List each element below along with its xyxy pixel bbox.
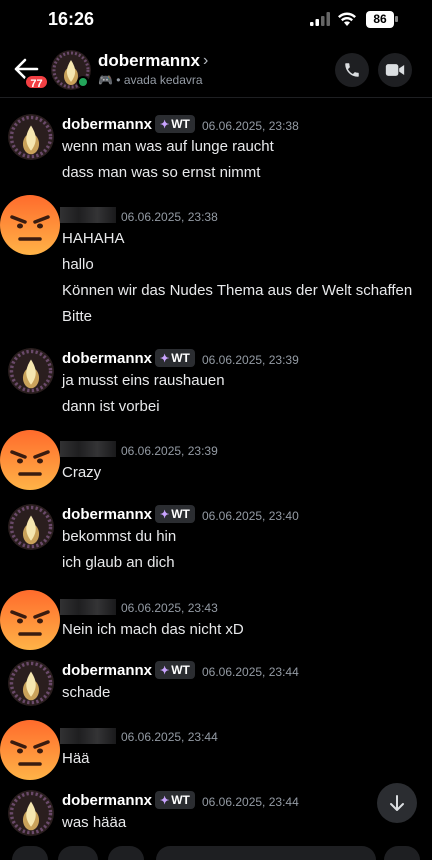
role-tag: ✦ WT (155, 661, 195, 679)
avatar[interactable] (8, 504, 54, 550)
redacted-username (60, 728, 116, 744)
message-text[interactable]: Können wir das Nudes Thema aus der Welt … (62, 282, 412, 299)
header-status: 🎮 • avada kedavra (98, 73, 203, 87)
phone-icon (345, 63, 359, 77)
unread-badge: 77 (24, 74, 49, 90)
plus-button[interactable] (12, 846, 48, 860)
message-input[interactable] (156, 846, 376, 860)
avatar[interactable] (8, 790, 54, 836)
gift-button[interactable] (108, 846, 144, 860)
role-tag: ✦ WT (155, 349, 195, 367)
message-timestamp: 06.06.2025, 23:39 (121, 444, 218, 458)
clock: 16:26 (48, 9, 95, 29)
sparkle-icon: ✦ (160, 119, 170, 131)
message-author[interactable]: dobermannx (62, 506, 152, 523)
avatar[interactable] (8, 114, 54, 160)
message-text[interactable]: ich glaub an dich (62, 554, 175, 571)
chevron-right-icon[interactable]: › (203, 52, 208, 70)
message-timestamp: 06.06.2025, 23:40 (202, 509, 299, 523)
message-author[interactable]: dobermannx (62, 662, 152, 679)
message-text[interactable]: ja musst eins raushauen (62, 372, 225, 389)
header-username[interactable]: dobermannx (98, 51, 200, 71)
angry-face-avatar[interactable] (0, 193, 62, 257)
video-icon (385, 64, 405, 76)
dm-header: 77 dobermannx › 🎮 • avada kedavra (0, 42, 432, 98)
message-author[interactable]: dobermannx (62, 350, 152, 367)
redacted-username (60, 207, 116, 223)
sparkle-icon: ✦ (160, 795, 170, 807)
video-call-button[interactable] (378, 53, 412, 87)
message-text[interactable]: bekommst du hin (62, 528, 176, 545)
angry-face-avatar[interactable] (0, 588, 62, 652)
redacted-username (60, 599, 116, 615)
battery-indicator: 86 (366, 11, 394, 28)
message-timestamp: 06.06.2025, 23:44 (202, 665, 299, 679)
message-text[interactable]: was hääa (62, 814, 126, 831)
message-timestamp: 06.06.2025, 23:43 (121, 601, 218, 615)
message-timestamp: 06.06.2025, 23:44 (202, 795, 299, 809)
status-bar: 16:26 86 (0, 0, 432, 42)
status-text: • avada kedavra (116, 73, 203, 87)
jump-to-latest-button[interactable] (377, 783, 417, 823)
message-timestamp: 06.06.2025, 23:44 (121, 730, 218, 744)
battery-tip (395, 16, 398, 22)
signal-icon (310, 12, 330, 26)
sparkle-icon: ✦ (160, 509, 170, 521)
gamepad-icon: 🎮 (98, 73, 113, 87)
message-list[interactable]: dobermannx ✦ WT 06.06.2025, 23:38 wenn ma… (0, 98, 432, 850)
avatar[interactable] (8, 348, 54, 394)
message-text[interactable]: dass man was so ernst nimmt (62, 164, 260, 181)
message-text[interactable]: hallo (62, 256, 94, 273)
role-tag: ✦ WT (155, 791, 195, 809)
message-composer (0, 846, 432, 860)
message-text[interactable]: schade (62, 684, 110, 701)
message-text[interactable]: wenn man was auf lunge raucht (62, 138, 274, 155)
online-status-dot (77, 76, 89, 88)
arrow-down-icon (390, 795, 404, 811)
voice-call-button[interactable] (335, 53, 369, 87)
avatar[interactable] (8, 660, 54, 706)
angry-face-avatar[interactable] (0, 428, 62, 492)
sparkle-icon: ✦ (160, 353, 170, 365)
message-text[interactable]: HAHAHA (62, 230, 125, 247)
message-text[interactable]: Crazy (62, 464, 101, 481)
message-timestamp: 06.06.2025, 23:38 (202, 119, 299, 133)
message-timestamp: 06.06.2025, 23:39 (202, 353, 299, 367)
message-text[interactable]: Hää (62, 750, 90, 767)
message-author[interactable]: dobermannx (62, 792, 152, 809)
wifi-icon (338, 12, 356, 26)
redacted-username (60, 441, 116, 457)
message-timestamp: 06.06.2025, 23:38 (121, 210, 218, 224)
message-text[interactable]: Nein ich mach das nicht xD (62, 621, 244, 638)
message-author[interactable]: dobermannx (62, 116, 152, 133)
role-tag: ✦ WT (155, 505, 195, 523)
apps-button[interactable] (58, 846, 98, 860)
message-text[interactable]: Bitte (62, 308, 92, 325)
sparkle-icon: ✦ (160, 665, 170, 677)
role-tag: ✦ WT (155, 115, 195, 133)
message-text[interactable]: dann ist vorbei (62, 398, 160, 415)
angry-face-avatar[interactable] (0, 718, 62, 782)
mic-button[interactable] (384, 846, 420, 860)
